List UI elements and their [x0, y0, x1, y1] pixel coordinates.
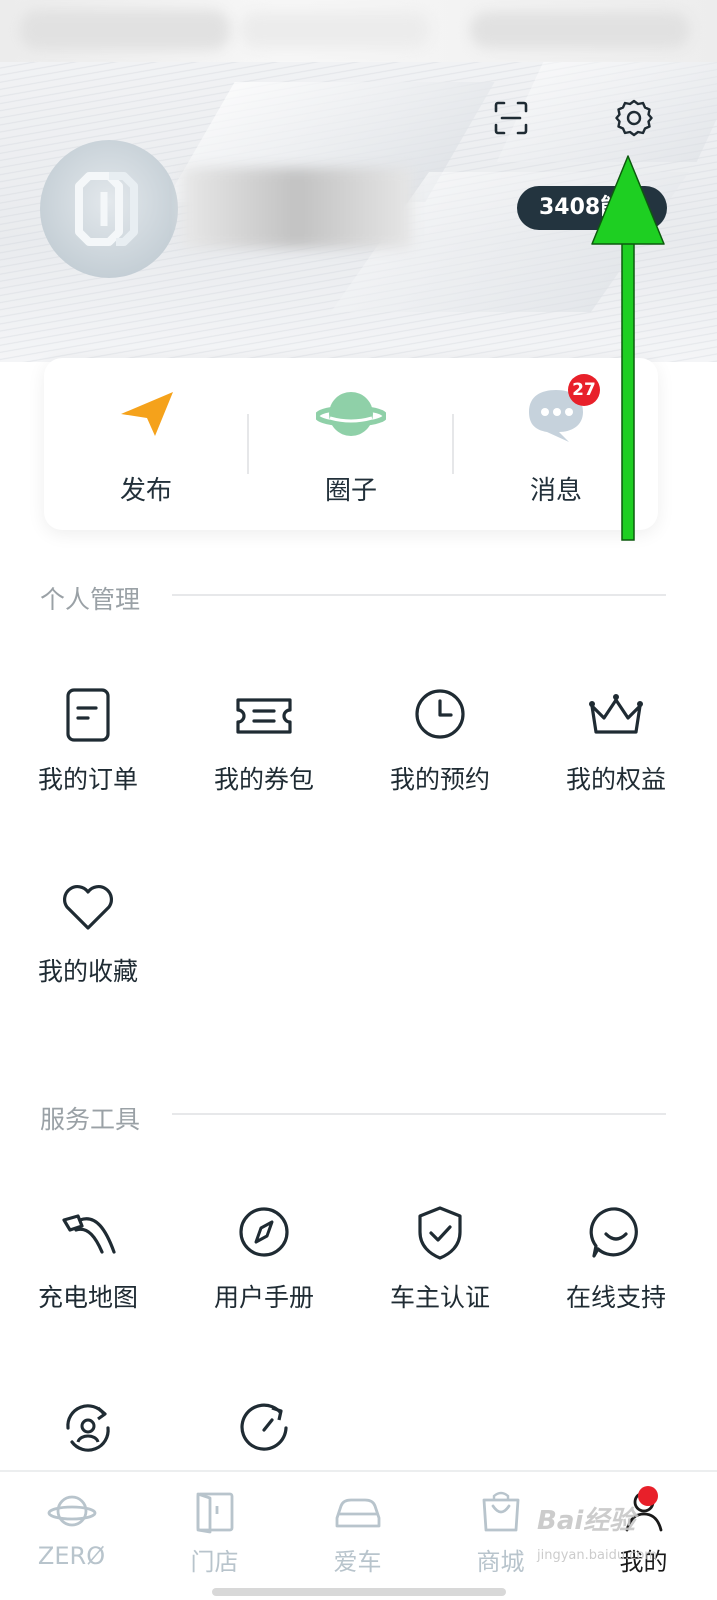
charging-plug-icon: [62, 1214, 116, 1254]
tab-label: ZERØ: [37, 1542, 106, 1570]
clock-icon: [415, 689, 465, 739]
scan-icon: [494, 101, 528, 135]
tab-my-car[interactable]: 爱车: [286, 1472, 429, 1600]
tab-label: 门店: [190, 1548, 239, 1576]
quick-action-label: 发布: [119, 476, 172, 506]
menu-item-label: 我的券包: [213, 765, 314, 794]
shopping-bag-icon: [482, 1491, 519, 1532]
section-title-personal: 个人管理: [40, 585, 141, 614]
menu-item-label: 用户手册: [213, 1283, 314, 1312]
settings-button[interactable]: [612, 96, 656, 140]
menu-item-label: 我的权益: [565, 765, 666, 794]
status-bar: [0, 0, 717, 62]
gear-icon: [615, 99, 653, 137]
username-blurred: [182, 168, 412, 248]
brand-logo-icon: [75, 172, 138, 246]
paper-plane-icon: [121, 392, 173, 436]
compass-icon: [239, 1207, 289, 1257]
tab-zero[interactable]: ZERØ: [0, 1472, 143, 1600]
menu-item-label: 我的预约: [389, 765, 490, 794]
menu-item-owner-verification[interactable]: 车主认证: [352, 1204, 528, 1344]
menu-item-orders[interactable]: 我的订单: [0, 686, 176, 826]
car-icon: [335, 1498, 380, 1528]
section-divider: [172, 594, 666, 596]
quick-action-publish[interactable]: 发布: [44, 358, 248, 530]
menu-item-reservations[interactable]: 我的预约: [352, 686, 528, 826]
heart-icon: [63, 885, 113, 930]
shield-check-icon: [418, 1206, 462, 1260]
baidu-jingyan-watermark: Bai经验 jingyan.baidu.com: [537, 1500, 677, 1580]
quick-action-circle[interactable]: 圈子: [249, 358, 453, 530]
ticket-icon: [236, 698, 292, 734]
menu-item-charging-map[interactable]: 充电地图: [0, 1204, 176, 1344]
menu-item-label: 充电地图: [37, 1283, 138, 1312]
smile-chat-icon: [589, 1207, 638, 1258]
section-title-services: 服务工具: [40, 1105, 141, 1134]
menu-item-benefits[interactable]: 我的权益: [528, 686, 704, 826]
home-indicator: [212, 1588, 506, 1596]
menu-item-label: 我的订单: [37, 765, 138, 794]
order-document-icon: [66, 688, 110, 742]
menu-item-label: 在线支持: [565, 1283, 666, 1312]
planet-icon: [316, 392, 386, 436]
store-door-icon: [196, 1492, 233, 1534]
quick-action-label: 圈子: [324, 476, 377, 506]
planet-outline-icon: [47, 1495, 96, 1527]
user-refresh-icon: [66, 1404, 110, 1452]
avatar[interactable]: [40, 140, 178, 278]
menu-item-label: 我的收藏: [37, 957, 138, 986]
quick-actions-card: 发布 圈子 27 消息: [44, 358, 658, 530]
tab-label: 爱车: [333, 1548, 382, 1576]
section-divider: [172, 1113, 666, 1115]
watermark-text: Bai经验: [537, 1506, 636, 1536]
watermark-subtext: jingyan.baidu.com: [537, 1548, 657, 1563]
refresh-arrow-icon: [240, 1403, 288, 1451]
menu-item-online-support[interactable]: 在线支持: [528, 1204, 704, 1344]
annotation-arrow-icon: [591, 155, 665, 541]
menu-item-favorites[interactable]: 我的收藏: [0, 878, 176, 1018]
menu-item-coupons[interactable]: 我的券包: [176, 686, 352, 826]
menu-item-user-manual[interactable]: 用户手册: [176, 1204, 352, 1344]
tab-store[interactable]: 门店: [143, 1472, 286, 1600]
scan-button[interactable]: [489, 96, 533, 140]
menu-item-label: 车主认证: [389, 1283, 490, 1312]
crown-icon: [589, 694, 643, 734]
